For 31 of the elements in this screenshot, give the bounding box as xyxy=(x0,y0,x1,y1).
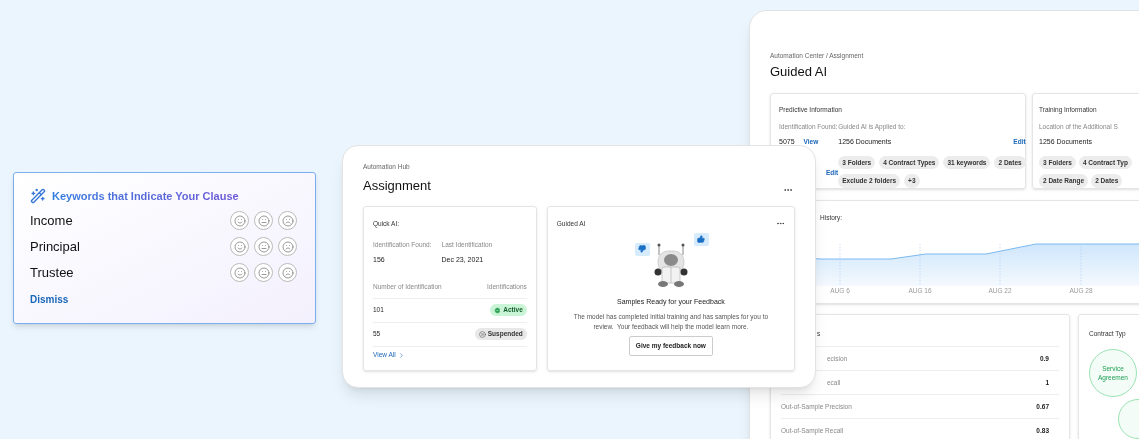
robot-illustration xyxy=(652,242,689,287)
neutral-face-icon xyxy=(257,214,270,227)
smile-face-icon xyxy=(233,214,246,227)
chevron-right-icon xyxy=(397,351,405,359)
smile-face-icon xyxy=(233,266,246,279)
neutral-face-icon xyxy=(257,240,270,253)
frown-face-icon xyxy=(281,214,294,227)
rating-button[interactable] xyxy=(254,263,273,282)
neutral-face-icon xyxy=(257,266,270,279)
page-title: Assignment xyxy=(363,176,431,195)
page-title: Guided AI xyxy=(770,64,829,78)
frown-face-icon xyxy=(281,266,294,279)
rating-button[interactable] xyxy=(230,211,249,230)
keyword-label: Income xyxy=(30,211,73,230)
rating-button[interactable] xyxy=(278,237,297,256)
check-circle-icon xyxy=(494,306,502,314)
dismiss-link[interactable]: Dismiss xyxy=(30,291,69,307)
thumbs-up-icon xyxy=(693,232,709,246)
magic-wand-icon xyxy=(30,188,46,205)
frown-face-icon xyxy=(281,240,294,253)
keyword-label: Principal xyxy=(30,237,80,256)
rating-button[interactable] xyxy=(254,237,273,256)
rating-button[interactable] xyxy=(254,211,273,230)
keyword-label: Trustee xyxy=(30,263,74,282)
smile-face-icon xyxy=(233,240,246,253)
rating-button[interactable] xyxy=(230,237,249,256)
pause-circle-icon xyxy=(478,330,486,338)
rating-button[interactable] xyxy=(278,211,297,230)
rating-button[interactable] xyxy=(278,263,297,282)
rating-button[interactable] xyxy=(230,263,249,282)
thumbs-down-icon xyxy=(634,242,650,256)
